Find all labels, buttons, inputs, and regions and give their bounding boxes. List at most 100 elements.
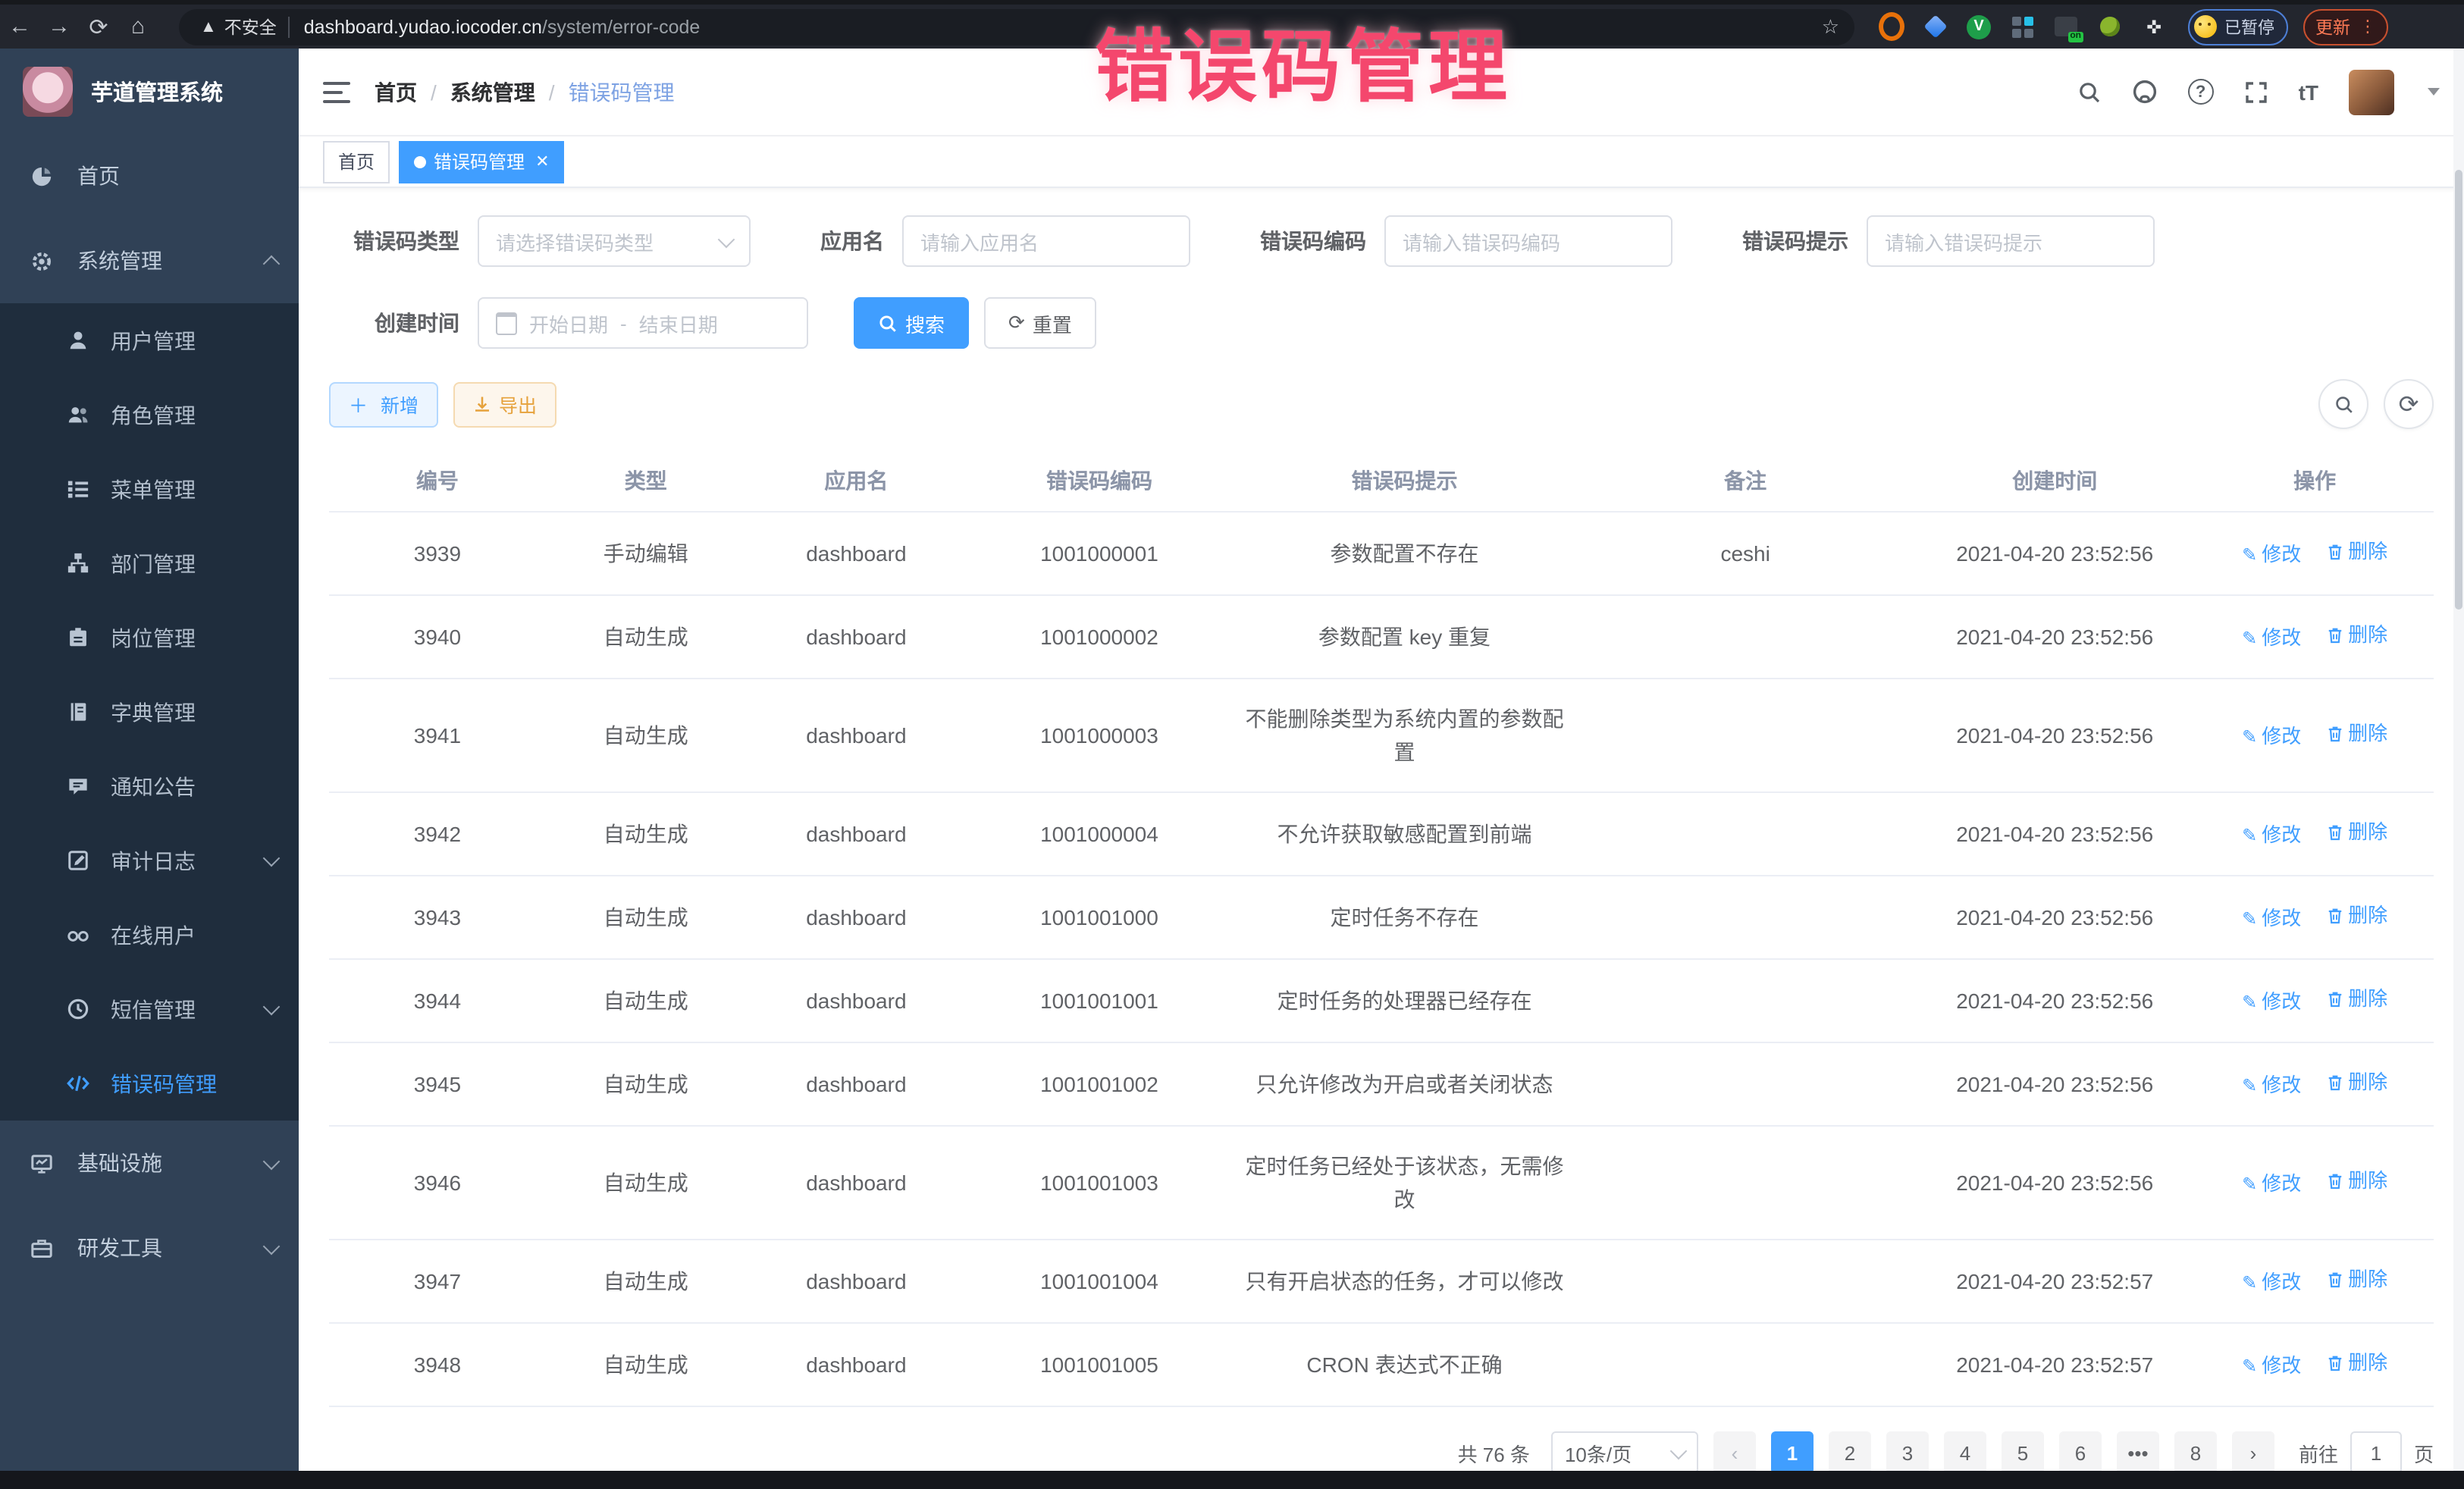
edit-link[interactable]: ✎修改 [2242, 720, 2301, 754]
sidebar-item-menu[interactable]: 菜单管理 [0, 452, 299, 526]
edit-link[interactable]: ✎修改 [2242, 986, 2301, 1019]
hamburger-icon[interactable] [323, 81, 350, 102]
user-avatar[interactable] [2349, 69, 2394, 114]
delete-link[interactable]: 删除 [2325, 619, 2387, 652]
blue-gem-extension-icon[interactable] [1923, 14, 1948, 39]
edit-link[interactable]: ✎修改 [2242, 622, 2301, 655]
back-arrow-icon[interactable]: ← [0, 14, 39, 39]
reload-icon[interactable]: ⟳ [79, 13, 118, 40]
edit-link[interactable]: ✎修改 [2242, 538, 2301, 572]
page-button-3[interactable]: 3 [1886, 1431, 1929, 1471]
app-name-input[interactable]: 请输入应用名 [902, 215, 1190, 267]
page-size-select[interactable]: 10条/页 [1551, 1431, 1698, 1471]
search-button[interactable]: 搜索 [854, 297, 969, 349]
add-button[interactable]: ＋ 新增 [329, 381, 438, 427]
puzzle-extensions-icon[interactable]: ✜ [2141, 14, 2167, 39]
delete-link[interactable]: 删除 [2325, 983, 2387, 1016]
page-button-5[interactable]: 5 [2002, 1431, 2044, 1471]
delete-link[interactable]: 删除 [2325, 1346, 2387, 1380]
profile-paused-badge[interactable]: 已暂停 [2188, 8, 2288, 45]
caret-down-icon[interactable] [2428, 88, 2440, 96]
infra-icon [30, 1152, 53, 1174]
grid-extension-icon[interactable] [2009, 14, 2035, 39]
help-icon[interactable]: ? [2188, 79, 2214, 105]
page-button-2[interactable]: 2 [1829, 1431, 1871, 1471]
sidebar-item-gear[interactable]: 系统管理 [0, 218, 299, 303]
sidebar-item-infra[interactable]: 基础设施 [0, 1121, 299, 1205]
breadcrumb-item[interactable]: 系统管理 [450, 77, 535, 107]
delete-link[interactable]: 删除 [2325, 816, 2387, 849]
chevron-down-icon [263, 998, 281, 1016]
sidebar-item-sms[interactable]: 短信管理 [0, 972, 299, 1046]
date-range-picker[interactable]: 开始日期 - 结束日期 [478, 297, 808, 349]
error-message-input[interactable]: 请输入错误码提示 [1867, 215, 2155, 267]
sidebar-item-notice[interactable]: 通知公告 [0, 749, 299, 823]
close-icon[interactable]: ✕ [535, 152, 549, 171]
sidebar-item-dashboard[interactable]: 首页 [0, 133, 299, 218]
next-page-button[interactable]: › [2232, 1431, 2274, 1471]
app-logo-row[interactable]: 芋道管理系统 [0, 49, 299, 133]
delete-link[interactable]: 删除 [2325, 717, 2387, 751]
edit-link[interactable]: ✎修改 [2242, 1350, 2301, 1383]
cell-error-code: 1001001004 [967, 1240, 1232, 1323]
delete-link[interactable]: 删除 [2325, 535, 2387, 569]
forward-arrow-icon[interactable]: → [39, 14, 79, 39]
edit-link[interactable]: ✎修改 [2242, 1266, 2301, 1299]
page-button-1[interactable]: 1 [1771, 1431, 1814, 1471]
reset-button[interactable]: ⟳ 重置 [984, 297, 1096, 349]
tag-item[interactable]: 首页 [323, 140, 390, 183]
page-scrollbar[interactable] [2453, 49, 2464, 1471]
search-icon[interactable] [2077, 80, 2102, 104]
url-path[interactable]: /system/error-code [542, 16, 700, 37]
sidebar-item-tree[interactable]: 部门管理 [0, 526, 299, 600]
key-extension-icon[interactable] [2097, 14, 2123, 39]
sidebar-item-tools[interactable]: 研发工具 [0, 1205, 299, 1290]
sidebar-item-book[interactable]: 字典管理 [0, 675, 299, 749]
sidebar-item-code[interactable]: 错误码管理 [0, 1046, 299, 1121]
security-label[interactable]: 不安全 [224, 14, 277, 39]
edit-link[interactable]: ✎修改 [2242, 1069, 2301, 1102]
error-code-input[interactable]: 请输入错误码编码 [1384, 215, 1672, 267]
sidebar-item-badge[interactable]: 岗位管理 [0, 600, 299, 675]
sidebar-item-users[interactable]: 角色管理 [0, 378, 299, 452]
page-button-8[interactable]: 8 [2174, 1431, 2217, 1471]
font-size-icon[interactable]: tT [2299, 80, 2318, 104]
sidebar-item-online[interactable]: 在线用户 [0, 898, 299, 972]
sidebar-item-log[interactable]: 审计日志 [0, 823, 299, 898]
orange-extension-icon[interactable] [1879, 14, 1904, 39]
sidebar-item-user[interactable]: 用户管理 [0, 303, 299, 378]
goto-page-input[interactable]: 1 [2350, 1431, 2402, 1471]
paused-label: 已暂停 [2224, 14, 2274, 39]
edit-link[interactable]: ✎修改 [2242, 902, 2301, 936]
table-refresh-icon[interactable]: ⟳ [2384, 379, 2434, 429]
edit-link[interactable]: ✎修改 [2242, 819, 2301, 852]
cell-created-time: 2021-04-20 23:52:56 [1914, 595, 2196, 679]
page-button-6[interactable]: 6 [2059, 1431, 2102, 1471]
delete-link[interactable]: 删除 [2325, 1165, 2387, 1198]
tag-active[interactable]: 错误码管理✕ [399, 140, 564, 183]
delete-link[interactable]: 删除 [2325, 1263, 2387, 1296]
home-icon[interactable]: ⌂ [118, 14, 158, 39]
github-icon[interactable] [2132, 79, 2158, 105]
green-v-extension-icon[interactable]: V [1967, 14, 1991, 39]
bookmark-star-icon[interactable]: ☆ [1822, 14, 1839, 39]
address-bar[interactable]: ▲ 不安全 dashboard.yudao.iocoder.cn/system/… [179, 8, 1854, 45]
sidebar-item-label: 字典管理 [111, 697, 196, 727]
menu-icon [67, 478, 89, 500]
url-host[interactable]: dashboard.yudao.iocoder.cn [304, 16, 542, 37]
table-search-toggle-icon[interactable] [2318, 379, 2368, 429]
delete-link[interactable]: 删除 [2325, 1066, 2387, 1099]
delete-link[interactable]: 删除 [2325, 899, 2387, 933]
breadcrumb-item[interactable]: 首页 [375, 77, 417, 107]
update-label: 更新 [2315, 14, 2350, 39]
browser-update-button[interactable]: 更新 ⋮ [2303, 8, 2388, 45]
scrollbar-thumb[interactable] [2455, 170, 2462, 610]
page-button-4[interactable]: 4 [1944, 1431, 1986, 1471]
more-pages-button[interactable]: ••• [2117, 1431, 2159, 1471]
on-badge-extension-icon[interactable]: on [2053, 14, 2079, 39]
fullscreen-icon[interactable] [2244, 80, 2268, 104]
export-button[interactable]: 导出 [453, 381, 556, 427]
edit-link[interactable]: ✎修改 [2242, 1168, 2301, 1201]
prev-page-button[interactable]: ‹ [1713, 1431, 1756, 1471]
error-type-select[interactable]: 请选择错误码类型 [478, 215, 751, 267]
